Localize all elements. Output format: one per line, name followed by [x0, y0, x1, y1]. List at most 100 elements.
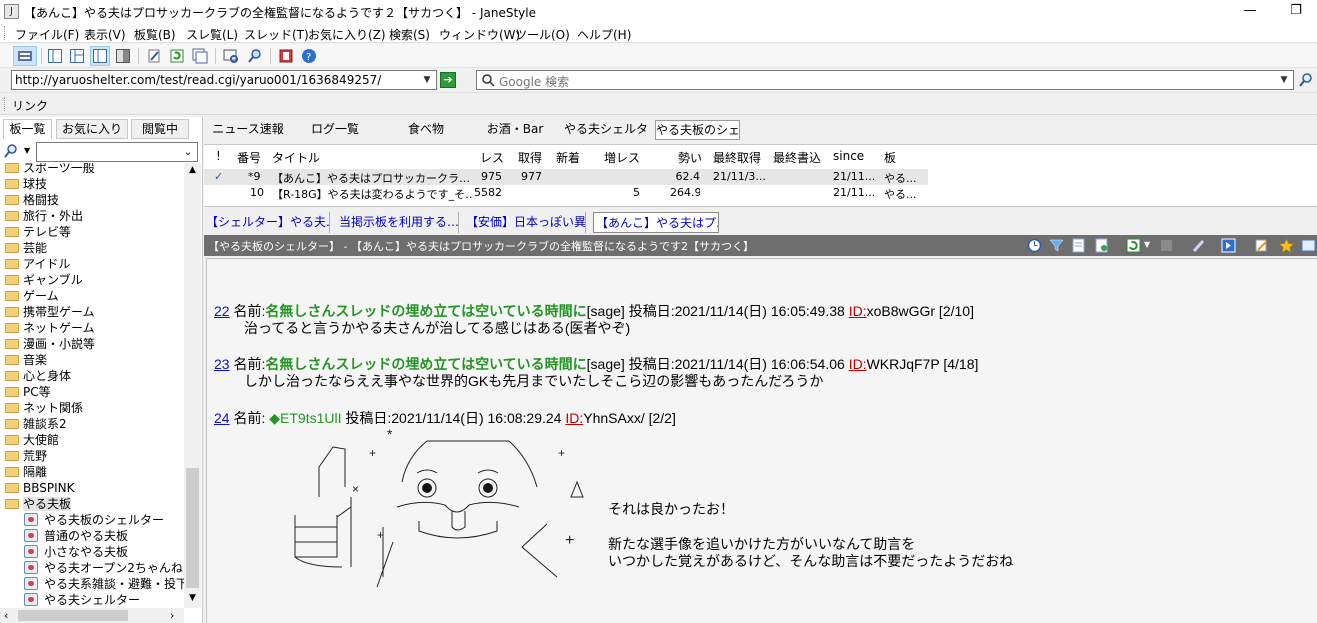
layout-2-icon[interactable] — [67, 46, 87, 66]
post-id-label[interactable]: ID: — [849, 356, 867, 372]
col-new[interactable]: 新着 — [556, 149, 580, 166]
tree-category[interactable]: BBSPINK — [5, 480, 75, 496]
tab-board-list[interactable]: 板一覧 — [3, 119, 52, 139]
post-number[interactable]: 22 — [214, 303, 230, 319]
search-input[interactable]: Google 検索 ▼ — [476, 70, 1294, 90]
tree-board[interactable]: やる夫系雑談・避難・投下板 — [24, 576, 184, 592]
post-id-label[interactable]: ID: — [565, 410, 583, 426]
search-icon[interactable] — [245, 46, 265, 66]
tree-category[interactable]: ギャンブル — [5, 272, 83, 288]
tree-board[interactable]: やる夫シェルター — [24, 592, 140, 608]
chevron-down-icon[interactable]: ▼ — [1144, 240, 1150, 249]
post-number[interactable]: 24 — [214, 410, 230, 426]
menu-help[interactable]: ヘルプ(H) — [577, 26, 631, 43]
layout-3-icon[interactable] — [90, 46, 110, 66]
minimize-button[interactable]: — — [1227, 0, 1273, 23]
col-title[interactable]: タイトル — [272, 149, 320, 166]
tree-category[interactable]: 携帯型ゲーム — [5, 304, 95, 320]
table-row[interactable]: 10 【R-18G】やる夫は変わるようです_そ… 5582 5 264.9 21… — [204, 185, 928, 201]
reload-icon[interactable] — [1126, 238, 1142, 253]
search-icon[interactable] — [4, 144, 18, 161]
settings-icon[interactable] — [276, 46, 296, 66]
chevron-down-icon[interactable]: ⌄ — [181, 145, 195, 159]
menu-file[interactable]: ファイル(F) — [15, 26, 79, 43]
pen-icon[interactable] — [1191, 238, 1207, 253]
layout-4-icon[interactable] — [113, 46, 133, 66]
col-since[interactable]: since — [833, 149, 864, 163]
tab-yaruo-board-shelter[interactable]: やる夫板のシェ — [655, 120, 740, 140]
view-tab-anko[interactable]: 【あんこ】やる夫はプ… — [593, 212, 719, 233]
board-filter-input[interactable]: ⌄ — [36, 142, 198, 162]
url-input[interactable]: http://yaruoshelter.com/test/read.cgi/ya… — [11, 70, 437, 90]
menu-board-list[interactable]: 板覧(B) — [134, 26, 176, 43]
table-row[interactable]: ✓ *9 【あんこ】やる夫はプロサッカークラ… 975 977 62.4 21/… — [204, 169, 928, 185]
stop-icon[interactable] — [1159, 238, 1175, 253]
col-speed[interactable]: 勢い — [678, 149, 702, 166]
tree-category[interactable]: 心と身体 — [5, 368, 71, 384]
tab-log-list[interactable]: ログ一覧 — [297, 120, 373, 140]
tree-category[interactable]: やる夫板 — [5, 496, 72, 512]
jump-icon[interactable] — [1221, 238, 1237, 253]
menu-thread[interactable]: スレッド(T) — [244, 26, 309, 43]
refresh-icon[interactable] — [167, 46, 187, 66]
tree-category[interactable]: 旅行・外出 — [5, 208, 83, 224]
scroll-up-icon[interactable]: ▲ — [189, 165, 196, 175]
tree-category[interactable]: 格闘技 — [5, 192, 59, 208]
view-tab-rules[interactable]: 当掲示板を利用する… — [337, 212, 459, 233]
edit-icon[interactable] — [144, 46, 164, 66]
favorite-add-icon[interactable] — [1278, 238, 1295, 253]
col-mark[interactable]: ! — [216, 149, 221, 163]
clock-icon[interactable] — [1027, 238, 1043, 253]
filter-icon[interactable] — [1049, 238, 1065, 253]
tree-category[interactable]: ネット関係 — [5, 400, 83, 416]
document-refresh-icon[interactable] — [1094, 238, 1110, 253]
scroll-left-icon[interactable]: ‹ — [4, 609, 8, 622]
tree-category[interactable]: 芸能 — [5, 240, 47, 256]
tree-category[interactable]: 隔離 — [5, 464, 47, 480]
tree-board[interactable]: やる夫オープン2ちゃんねる — [24, 560, 184, 576]
menu-window[interactable]: ウィンドウ(W) — [439, 26, 520, 43]
menu-tools[interactable]: ツール(O) — [515, 26, 570, 43]
col-increase[interactable]: 増レス — [604, 149, 640, 166]
tree-scrollbar[interactable]: ▲ ▼ — [184, 163, 201, 608]
col-last-get[interactable]: 最終取得 — [713, 149, 761, 166]
view-tab-anka[interactable]: 【安価】日本っぽい異… — [464, 212, 586, 233]
help-icon[interactable]: ? — [299, 46, 319, 66]
hscroll-thumb[interactable] — [18, 610, 128, 621]
tree-category[interactable]: 雑談系2 — [5, 416, 67, 432]
col-board[interactable]: 板 — [884, 149, 896, 166]
tab-browsing[interactable]: 閲覧中 — [131, 119, 189, 139]
col-got[interactable]: 取得 — [518, 149, 542, 166]
menu-search[interactable]: 検索(S) — [389, 26, 430, 43]
tree-category[interactable]: 球技 — [5, 176, 47, 192]
tab-bar[interactable]: お酒・Bar — [474, 120, 556, 140]
tree-category[interactable]: ゲーム — [5, 288, 59, 304]
scroll-thumb[interactable] — [186, 468, 199, 588]
col-number[interactable]: 番号 — [237, 149, 261, 166]
chevron-down-icon[interactable]: ▼ — [420, 73, 434, 87]
tree-category[interactable]: スポーツ一般 — [5, 163, 95, 176]
tree-category[interactable]: 大使館 — [5, 432, 59, 448]
refresh-all-icon[interactable] — [190, 46, 210, 66]
chevron-down-icon[interactable]: ▼ — [1277, 73, 1291, 87]
restore-button[interactable]: ❐ — [1273, 0, 1317, 23]
tree-board[interactable]: 普通のやる夫板 — [24, 528, 128, 544]
find-icon[interactable] — [221, 46, 241, 66]
tab-yaruo-shelter[interactable]: やる夫シェルタ — [562, 120, 650, 140]
write-icon[interactable] — [1254, 238, 1270, 253]
scroll-down-icon[interactable]: ▼ — [189, 593, 196, 603]
tree-category[interactable]: 荒野 — [5, 448, 47, 464]
tab-favorites[interactable]: お気に入り — [56, 119, 128, 139]
view-tab-shelter[interactable]: 【シェルター】やる夫… — [204, 212, 330, 233]
tab-news[interactable]: ニュース速報 — [207, 120, 289, 140]
tree-category[interactable]: テレビ等 — [5, 224, 71, 240]
tab-food[interactable]: 食べ物 — [382, 120, 470, 140]
tree-category[interactable]: アイドル — [5, 256, 70, 272]
menu-view[interactable]: 表示(V) — [84, 26, 126, 43]
layout-1-icon[interactable] — [45, 46, 65, 66]
tree-category[interactable]: 漫画・小説等 — [5, 336, 95, 352]
menu-thread-list[interactable]: スレ覧(L) — [186, 26, 238, 43]
scroll-right-icon[interactable]: › — [170, 609, 174, 622]
tree-board[interactable]: 小さなやる夫板 — [24, 544, 128, 560]
image-icon[interactable] — [1301, 238, 1317, 253]
